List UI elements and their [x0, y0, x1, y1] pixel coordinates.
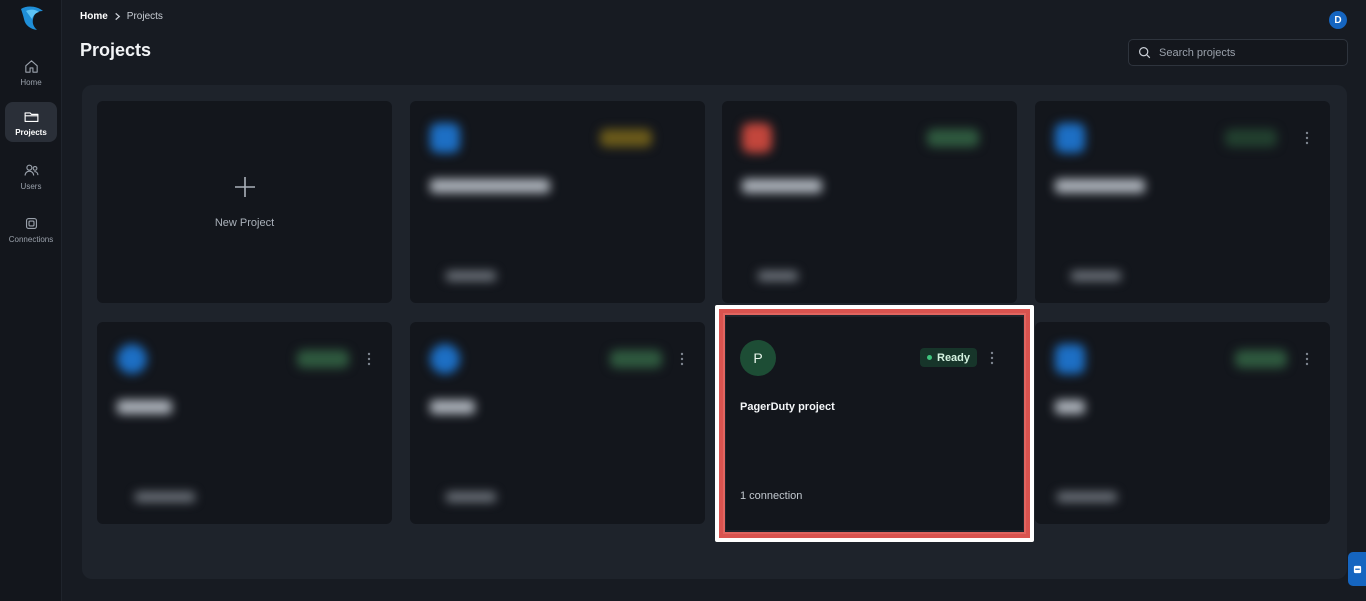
more-options-icon[interactable] — [680, 352, 684, 366]
more-options-icon[interactable] — [1305, 131, 1309, 145]
status-badge — [1235, 350, 1287, 368]
project-card-blurred[interactable] — [1035, 101, 1330, 303]
search-box[interactable] — [1128, 39, 1348, 66]
status-badge — [1225, 129, 1277, 147]
project-card-blurred[interactable] — [1035, 322, 1330, 524]
page-title: Projects — [80, 40, 152, 60]
chat-icon — [1353, 565, 1361, 573]
more-options-icon[interactable] — [367, 352, 371, 366]
breadcrumb-home-link[interactable]: Home — [80, 11, 108, 22]
chevron-right-icon — [115, 12, 121, 21]
project-connections-blurred — [758, 271, 798, 281]
project-title-blurred — [1055, 179, 1145, 193]
project-avatar — [430, 344, 460, 374]
project-card-blurred[interactable] — [410, 322, 705, 524]
project-avatar — [117, 344, 147, 374]
project-connections-blurred — [446, 492, 496, 502]
search-icon — [1139, 47, 1151, 59]
home-icon — [24, 59, 38, 73]
sidebar-item-label: Connections — [8, 234, 54, 244]
status-badge — [610, 350, 662, 368]
search-input[interactable] — [1159, 46, 1339, 59]
project-connections-blurred — [1057, 492, 1117, 502]
users-icon — [24, 164, 38, 176]
projects-board: New Project — [82, 85, 1347, 579]
project-title: PagerDuty project — [740, 401, 835, 413]
project-connections-blurred — [1071, 271, 1121, 281]
sidebar-item-label: Users — [20, 181, 42, 191]
status-badge — [297, 350, 349, 368]
more-options-icon[interactable] — [1305, 352, 1309, 366]
status-label: Ready — [937, 351, 971, 364]
app-logo-icon[interactable] — [17, 5, 45, 31]
status-badge — [927, 129, 979, 147]
new-project-card[interactable]: New Project — [97, 101, 392, 303]
project-avatar: P — [740, 340, 776, 376]
project-title-blurred — [1055, 400, 1085, 414]
new-project-label: New Project — [214, 217, 275, 229]
plus-icon — [234, 177, 255, 197]
status-dot-icon — [927, 355, 932, 360]
sidebar-item-users[interactable]: Users — [5, 156, 57, 196]
project-card-blurred[interactable] — [97, 322, 392, 524]
breadcrumb: Home Projects — [80, 11, 163, 22]
status-badge — [600, 129, 652, 147]
more-options-icon[interactable] — [990, 351, 994, 365]
sidebar-item-label: Home — [20, 77, 42, 87]
project-title-blurred — [742, 179, 822, 193]
project-title-blurred — [430, 400, 475, 414]
sidebar: Home Projects Users Connections — [0, 0, 62, 601]
folder-icon — [24, 111, 38, 122]
sidebar-item-home[interactable]: Home — [5, 52, 57, 92]
project-card-blurred[interactable] — [722, 101, 1017, 303]
project-connections-blurred — [446, 271, 496, 281]
sidebar-item-connections[interactable]: Connections — [5, 209, 57, 249]
project-connections-blurred — [135, 492, 195, 502]
sidebar-item-projects[interactable]: Projects — [5, 102, 57, 142]
user-avatar[interactable]: D — [1329, 11, 1347, 29]
project-title-blurred — [430, 179, 550, 193]
sidebar-item-label: Projects — [15, 127, 47, 137]
project-title-blurred — [117, 400, 172, 414]
breadcrumb-current: Projects — [126, 11, 163, 22]
project-card-blurred[interactable] — [410, 101, 705, 303]
feedback-tab[interactable] — [1348, 552, 1366, 586]
project-avatar — [1055, 123, 1085, 153]
project-card-pagerduty[interactable]: P Ready PagerDuty project 1 connection — [726, 317, 1023, 530]
status-badge: Ready — [920, 348, 978, 367]
project-connections-count: 1 connection — [740, 490, 803, 502]
project-avatar — [1055, 344, 1085, 374]
project-avatar — [742, 123, 772, 153]
connections-icon — [25, 217, 37, 229]
project-avatar — [430, 123, 460, 153]
